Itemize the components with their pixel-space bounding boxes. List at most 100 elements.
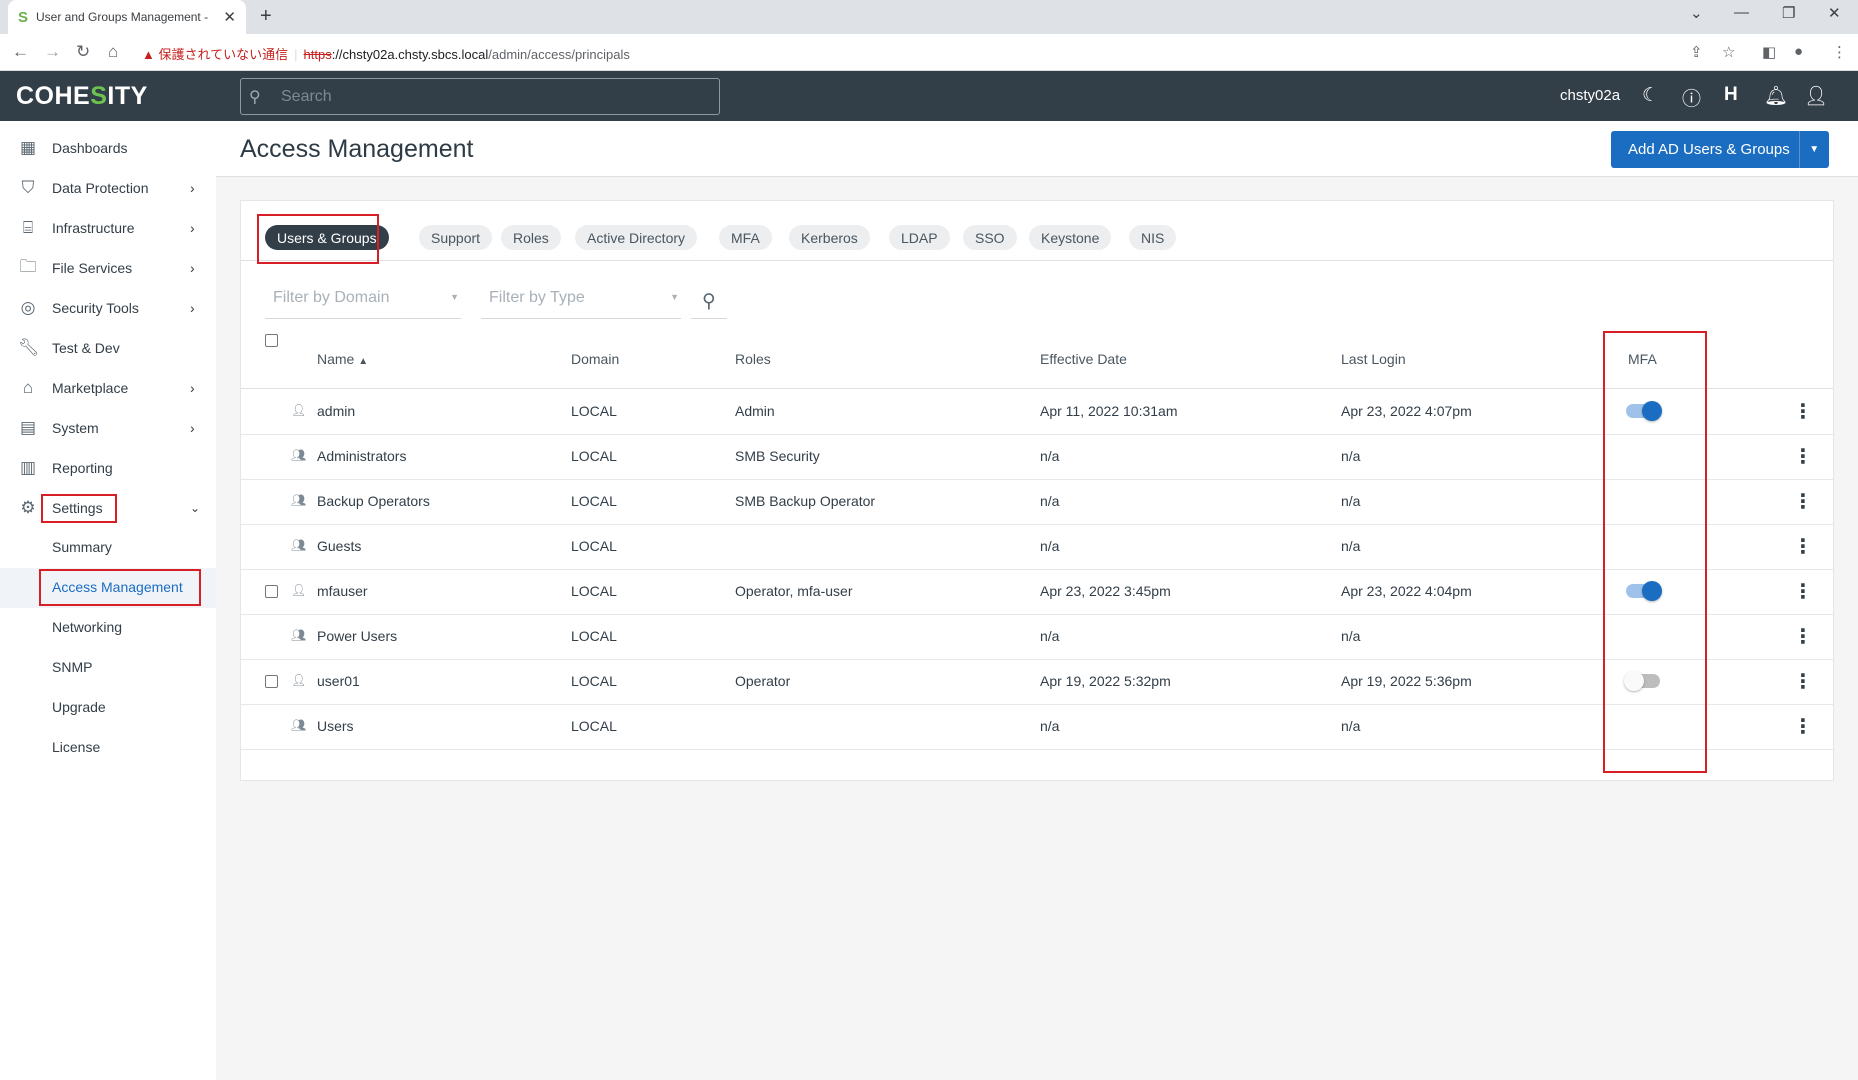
sidebar-item-label: System xyxy=(52,420,99,436)
table-row[interactable]: 👤︎ user01 LOCAL Operator Apr 19, 2022 5:32pm… xyxy=(241,660,1833,705)
cell-name[interactable]: user01 xyxy=(317,673,360,689)
cell-name[interactable]: Administrators xyxy=(317,448,406,464)
cohesity-logo[interactable]: COHESITY xyxy=(16,82,148,111)
logo-text-s: S xyxy=(90,82,108,110)
table-row[interactable]: 👥︎ Users LOCAL n/a n/a ⋮ xyxy=(241,705,1833,750)
table-row[interactable]: 👥︎ Guests LOCAL n/a n/a ⋮ xyxy=(241,525,1833,570)
row-actions-kebab-icon[interactable]: ⋮ xyxy=(1793,669,1813,694)
select-all-checkbox[interactable] xyxy=(265,334,278,347)
share-icon[interactable]: ⇪ xyxy=(1690,43,1703,61)
sidebar-item-dashboards[interactable]: ▦ Dashboards xyxy=(0,128,216,168)
reload-icon[interactable]: ↻ xyxy=(76,42,90,62)
column-header-roles[interactable]: Roles xyxy=(735,351,771,367)
filter-by-domain-select[interactable]: Filter by Domain ▼ xyxy=(265,283,461,319)
cohesity-favicon-icon: S xyxy=(18,8,29,26)
sidebar-item-test-dev[interactable]: 🔧︎ Test & Dev xyxy=(0,328,216,368)
profile-icon[interactable]: ● xyxy=(1794,43,1803,60)
sidebar-item-reporting[interactable]: ▥ Reporting xyxy=(0,448,216,488)
add-ad-users-groups-button[interactable]: Add AD Users & Groups ▼ xyxy=(1611,131,1829,168)
cell-name[interactable]: Power Users xyxy=(317,628,397,644)
table-row[interactable]: 👥︎ Power Users LOCAL n/a n/a ⋮ xyxy=(241,615,1833,660)
new-tab-button[interactable]: + xyxy=(260,5,272,28)
minimize-icon[interactable]: — xyxy=(1734,4,1749,21)
cell-name[interactable]: Backup Operators xyxy=(317,493,430,509)
cell-last-login: n/a xyxy=(1341,448,1361,464)
filter-search-icon[interactable]: ⚲ xyxy=(691,285,727,319)
close-tab-icon[interactable]: ✕ xyxy=(223,8,236,26)
sidebar-subitem-snmp[interactable]: SNMP xyxy=(52,659,92,675)
helios-icon[interactable]: H xyxy=(1724,84,1738,106)
browser-tab[interactable]: S User and Groups Management - ✕ xyxy=(8,0,246,34)
side-panel-icon[interactable]: ◧ xyxy=(1762,43,1776,61)
column-header-domain[interactable]: Domain xyxy=(571,351,619,367)
sidebar-subitem-networking[interactable]: Networking xyxy=(52,619,122,635)
cell-effective-date: n/a xyxy=(1040,493,1060,509)
window-close-icon[interactable]: ✕ xyxy=(1828,4,1841,22)
row-actions-kebab-icon[interactable]: ⋮ xyxy=(1793,399,1813,424)
sidebar-item-system[interactable]: ▤ System › xyxy=(0,408,216,448)
cell-last-login: n/a xyxy=(1341,628,1361,644)
tab-ldap[interactable]: LDAP xyxy=(889,225,950,250)
tab-mfa[interactable]: MFA xyxy=(719,225,772,250)
row-actions-kebab-icon[interactable]: ⋮ xyxy=(1793,579,1813,604)
tab-kerberos[interactable]: Kerberos xyxy=(789,225,870,250)
url-field[interactable]: ▲ 保護されていない通信 | https://chsty02a.chsty.sbcs… xyxy=(142,44,630,63)
add-button-label[interactable]: Add AD Users & Groups xyxy=(1611,141,1799,158)
bookmark-star-icon[interactable]: ☆ xyxy=(1722,43,1735,61)
row-actions-kebab-icon[interactable]: ⋮ xyxy=(1793,624,1813,649)
row-checkbox[interactable] xyxy=(265,675,278,688)
security-warning[interactable]: 保護されていない通信 xyxy=(159,47,289,62)
tab-support[interactable]: Support xyxy=(419,225,493,250)
sidebar-subitem-upgrade[interactable]: Upgrade xyxy=(52,699,106,715)
sidebar-subitem-summary[interactable]: Summary xyxy=(52,539,112,555)
table-row[interactable]: 👥︎ Backup Operators LOCAL SMB Backup Operat… xyxy=(241,480,1833,525)
global-search[interactable]: ⚲ xyxy=(240,78,720,115)
restore-icon[interactable]: ❐ xyxy=(1782,4,1795,22)
sidebar-item-marketplace[interactable]: ⌂ Marketplace › xyxy=(0,368,216,408)
table-row[interactable]: 👤︎ mfauser LOCAL Operator, mfa-user Apr 23, … xyxy=(241,570,1833,615)
tab-active-directory[interactable]: Active Directory xyxy=(575,225,698,250)
page-header: Access Management Add AD Users & Groups … xyxy=(216,121,1858,177)
row-checkbox[interactable] xyxy=(265,585,278,598)
column-header-effective-date[interactable]: Effective Date xyxy=(1040,351,1127,367)
table-row[interactable]: 👤︎ admin LOCAL Admin Apr 11, 2022 10:31am Apr… xyxy=(241,390,1833,435)
cell-name[interactable]: mfauser xyxy=(317,583,368,599)
tab-nis[interactable]: NIS xyxy=(1129,225,1177,250)
sidebar-item-file-services[interactable]: 🗀 File Services › xyxy=(0,248,216,288)
home-icon[interactable]: ⌂ xyxy=(108,42,118,62)
global-search-input[interactable] xyxy=(281,87,701,107)
cell-name[interactable]: admin xyxy=(317,403,355,419)
notifications-bell-icon[interactable]: 🔔︎ xyxy=(1764,84,1788,108)
cell-name[interactable]: Guests xyxy=(317,538,361,554)
user-account-icon[interactable]: 👤︎ xyxy=(1804,84,1828,108)
column-header-name[interactable]: Name ▲ xyxy=(317,351,368,367)
user-icon: 👤︎ xyxy=(291,403,307,417)
store-icon: ⌂ xyxy=(22,378,34,397)
tab-sso[interactable]: SSO xyxy=(963,225,1017,250)
sidebar-subitem-license[interactable]: License xyxy=(52,739,100,755)
filter-by-type-select[interactable]: Filter by Type ▼ xyxy=(481,283,681,319)
forward-icon[interactable]: → xyxy=(44,42,61,62)
row-actions-kebab-icon[interactable]: ⋮ xyxy=(1793,489,1813,514)
cluster-name[interactable]: chsty02a xyxy=(1560,87,1620,104)
tab-keystone[interactable]: Keystone xyxy=(1029,225,1112,250)
row-actions-kebab-icon[interactable]: ⋮ xyxy=(1793,444,1813,469)
row-actions-kebab-icon[interactable]: ⋮ xyxy=(1793,534,1813,559)
browser-menu-icon[interactable]: ⋮ xyxy=(1832,43,1847,61)
cell-domain: LOCAL xyxy=(571,493,617,509)
sidebar-item-infrastructure[interactable]: ⌸ Infrastructure › xyxy=(0,208,216,248)
cell-name[interactable]: Users xyxy=(317,718,354,734)
sidebar-item-data-protection[interactable]: ⛉ Data Protection › xyxy=(0,168,216,208)
dropdown-caret-icon[interactable]: ▼ xyxy=(1798,131,1829,168)
table-row[interactable]: 👥︎ Administrators LOCAL SMB Security n/a n/a ⋮ xyxy=(241,435,1833,480)
row-actions-kebab-icon[interactable]: ⋮ xyxy=(1793,714,1813,739)
sidebar-item-security-tools[interactable]: ◎ Security Tools › xyxy=(0,288,216,328)
help-icon[interactable]: ⓘ xyxy=(1682,84,1701,111)
tab-roles[interactable]: Roles xyxy=(501,225,561,250)
cell-roles: SMB Backup Operator xyxy=(735,493,876,509)
group-icon: 👥︎ xyxy=(291,718,307,732)
column-header-last-login[interactable]: Last Login xyxy=(1341,351,1406,367)
tab-search-chevron-icon[interactable]: ⌄ xyxy=(1690,4,1703,22)
back-icon[interactable]: ← xyxy=(12,42,29,62)
dark-mode-icon[interactable]: ☾ xyxy=(1642,84,1659,107)
